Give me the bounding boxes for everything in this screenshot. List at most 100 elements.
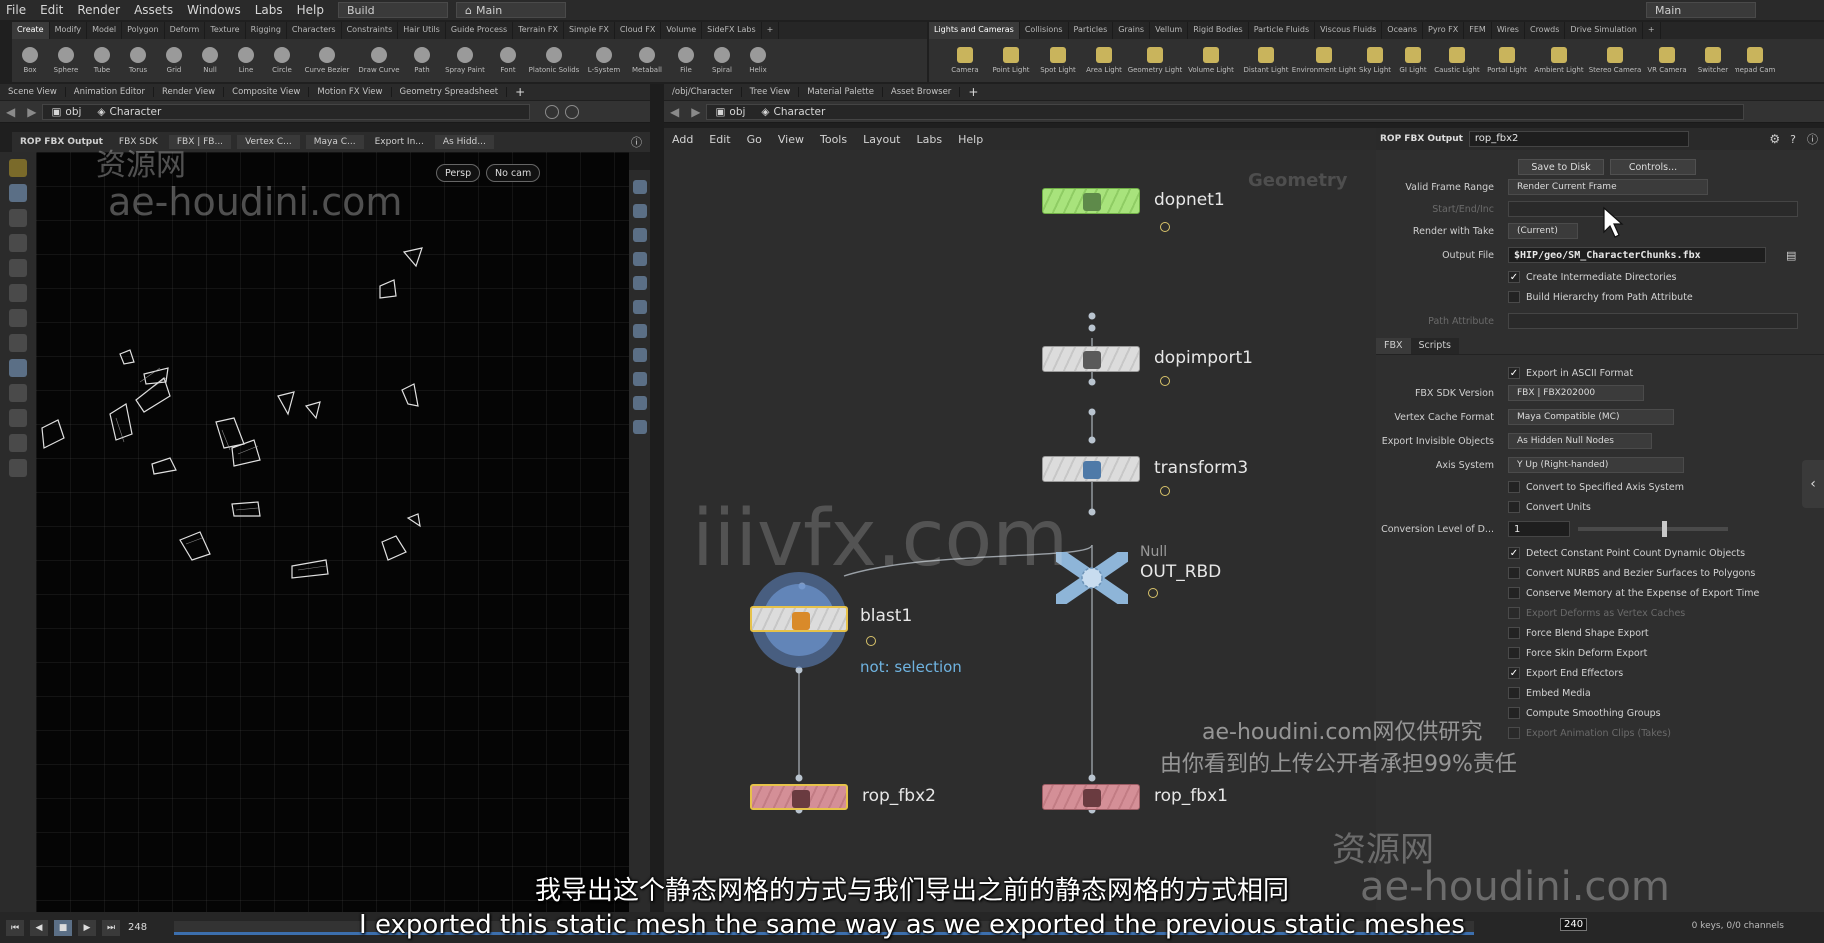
tool-vr-camera[interactable]: VR Camera xyxy=(1643,47,1691,74)
node-blast1-body[interactable] xyxy=(750,606,848,632)
tool-draw-curve[interactable]: Draw Curve xyxy=(354,47,404,74)
tab-obj-character[interactable]: /obj/Character xyxy=(664,87,742,97)
export-deforms-checkbox[interactable] xyxy=(1508,607,1520,619)
tab-animation-editor[interactable]: Animation Editor xyxy=(66,87,154,97)
tool-gi-light[interactable]: GI Light xyxy=(1395,47,1431,74)
net-menu-layout[interactable]: Layout xyxy=(855,133,908,146)
blast-flag-icon[interactable] xyxy=(866,636,876,646)
menu-edit[interactable]: Edit xyxy=(34,3,69,17)
measure-icon[interactable] xyxy=(633,396,647,410)
shelf-tab-cloud-fx[interactable]: Cloud FX xyxy=(615,22,662,39)
shelf-tab-collisions[interactable]: Collisions xyxy=(1020,22,1069,39)
shelf-tab-oceans[interactable]: Oceans xyxy=(1382,22,1424,39)
force-skin-checkbox[interactable] xyxy=(1508,647,1520,659)
tool-helix[interactable]: Helix xyxy=(740,47,776,74)
net-menu-add[interactable]: Add xyxy=(664,133,701,146)
shelf-tab-texture[interactable]: Texture xyxy=(205,22,246,39)
crumb-character[interactable]: ◈ Character xyxy=(89,106,169,118)
shelf-tab-particles[interactable]: Particles xyxy=(1069,22,1114,39)
shading-icon[interactable] xyxy=(633,228,647,242)
forward-arrow-icon[interactable]: ▶ xyxy=(21,105,42,119)
tool-sphere[interactable]: Sphere xyxy=(48,47,84,74)
help-icon-params[interactable]: ? xyxy=(1785,133,1801,146)
shelf-tab-pyro-fx[interactable]: Pyro FX xyxy=(1423,22,1465,39)
tool-font[interactable]: Font xyxy=(490,47,526,74)
tool-stereo-camera[interactable]: Stereo Camera xyxy=(1587,47,1643,74)
shelf-tab-guide-process[interactable]: Guide Process xyxy=(446,22,514,39)
conversion-level-slider[interactable] xyxy=(1578,521,1728,537)
tool-caustic-light[interactable]: Caustic Light xyxy=(1431,47,1483,74)
export-end-checkbox[interactable]: ✓ xyxy=(1508,667,1520,679)
desktop-select[interactable]: Build xyxy=(338,2,448,18)
lights-icon[interactable] xyxy=(633,300,647,314)
tool-switcher[interactable]: Switcher xyxy=(1691,47,1735,74)
conserve-memory-checkbox[interactable] xyxy=(1508,587,1520,599)
tool-portal-light[interactable]: Portal Light xyxy=(1483,47,1531,74)
shelf-tab-vellum[interactable]: Vellum xyxy=(1150,22,1189,39)
shelf-tab-rigging[interactable]: Rigging xyxy=(246,22,287,39)
param-tab-scripts[interactable]: Scripts xyxy=(1410,338,1460,354)
operation-vertex-cache[interactable]: Vertex C... xyxy=(237,135,300,149)
menu-file[interactable]: File xyxy=(0,3,32,17)
wireframe-icon[interactable] xyxy=(633,252,647,266)
tool-circle[interactable]: Circle xyxy=(264,47,300,74)
shelf-tab-lights-cameras[interactable]: Lights and Cameras xyxy=(929,22,1020,39)
tool-volume-light[interactable]: Volume Light xyxy=(1183,47,1239,74)
tab-material-palette[interactable]: Material Palette xyxy=(799,87,883,97)
network-editor[interactable]: Geometry dopnet1 dopimport1 transform3 N… xyxy=(664,150,1376,912)
shelf-tab-create[interactable]: Create xyxy=(12,22,50,39)
shelf-tab-fem[interactable]: FEM xyxy=(1464,22,1492,39)
tool-spray-paint[interactable]: Spray Paint xyxy=(440,47,490,74)
ghost-icon[interactable] xyxy=(633,276,647,290)
point-snap-icon[interactable] xyxy=(9,409,27,427)
net-menu-edit[interactable]: Edit xyxy=(701,133,738,146)
tool-gamepad-camera[interactable]: Gamepad Camera xyxy=(1735,47,1775,74)
expand-panel-chevron-icon[interactable]: ‹ xyxy=(1802,460,1824,508)
tool-camera[interactable]: Camera xyxy=(943,47,987,74)
shelf-tab-modify[interactable]: Modify xyxy=(50,22,88,39)
export-ascii-checkbox[interactable]: ✓ xyxy=(1508,367,1520,379)
null-node-icon[interactable] xyxy=(1056,552,1128,604)
create-dirs-checkbox[interactable]: ✓ xyxy=(1508,271,1520,283)
snap-tool-icon[interactable] xyxy=(9,284,27,302)
brush-tool-icon[interactable] xyxy=(9,309,27,327)
node-rop-fbx2-body[interactable] xyxy=(750,784,848,810)
tab-scene-view[interactable]: Scene View xyxy=(0,87,66,97)
net-menu-labs[interactable]: Labs xyxy=(909,133,951,146)
tool-environment-light[interactable]: Environment Light xyxy=(1292,47,1356,74)
tool-distant-light[interactable]: Distant Light xyxy=(1239,47,1293,74)
dopnet-flag-icon[interactable] xyxy=(1160,222,1170,232)
net-menu-help[interactable]: Help xyxy=(950,133,991,146)
tool-ambient-light[interactable]: Ambient Light xyxy=(1531,47,1587,74)
tool-torus[interactable]: Torus xyxy=(120,47,156,74)
menu-labs[interactable]: Labs xyxy=(249,3,289,17)
conversion-level-slider-handle[interactable] xyxy=(1662,521,1668,537)
menu-render[interactable]: Render xyxy=(71,3,126,17)
tool-line[interactable]: Line xyxy=(228,47,264,74)
export-invisible-menu[interactable]: As Hidden Null Nodes xyxy=(1508,433,1652,449)
tool-point-light[interactable]: Point Light xyxy=(987,47,1035,74)
tool-platonic-solids[interactable]: Platonic Solids xyxy=(526,47,582,74)
camera-tool-icon[interactable] xyxy=(9,434,27,452)
prim-snap-icon[interactable] xyxy=(9,384,27,402)
handle-tool-icon[interactable] xyxy=(9,234,27,252)
shelf-tab-wires[interactable]: Wires xyxy=(1492,22,1525,39)
lock-icon[interactable] xyxy=(633,204,647,218)
info-icon[interactable] xyxy=(633,420,647,434)
conversion-level-field[interactable]: 1 xyxy=(1508,521,1570,537)
tab-render-view[interactable]: Render View xyxy=(154,87,225,97)
right-path-breadcrumb[interactable]: ▣ obj ◈ Character xyxy=(706,103,1744,120)
magnet-icon[interactable] xyxy=(9,334,27,352)
tool-area-light[interactable]: Area Light xyxy=(1081,47,1127,74)
pane-divider[interactable] xyxy=(650,84,664,912)
crumb-obj[interactable]: ▣ obj xyxy=(43,106,89,118)
tool-spot-light[interactable]: Spot Light xyxy=(1035,47,1081,74)
background-icon[interactable] xyxy=(633,324,647,338)
back-arrow-icon[interactable]: ◀ xyxy=(0,105,21,119)
tab-motion-fx-view[interactable]: Motion FX View xyxy=(309,87,392,97)
output-file-field[interactable]: $HIP/geo/SM_CharacterChunks.fbx xyxy=(1508,247,1766,263)
shelf-tab-characters[interactable]: Characters xyxy=(287,22,342,39)
tool-sky-light[interactable]: Sky Light xyxy=(1355,47,1395,74)
select-tool-icon[interactable] xyxy=(9,159,27,177)
shelf-tab-constraints[interactable]: Constraints xyxy=(342,22,399,39)
